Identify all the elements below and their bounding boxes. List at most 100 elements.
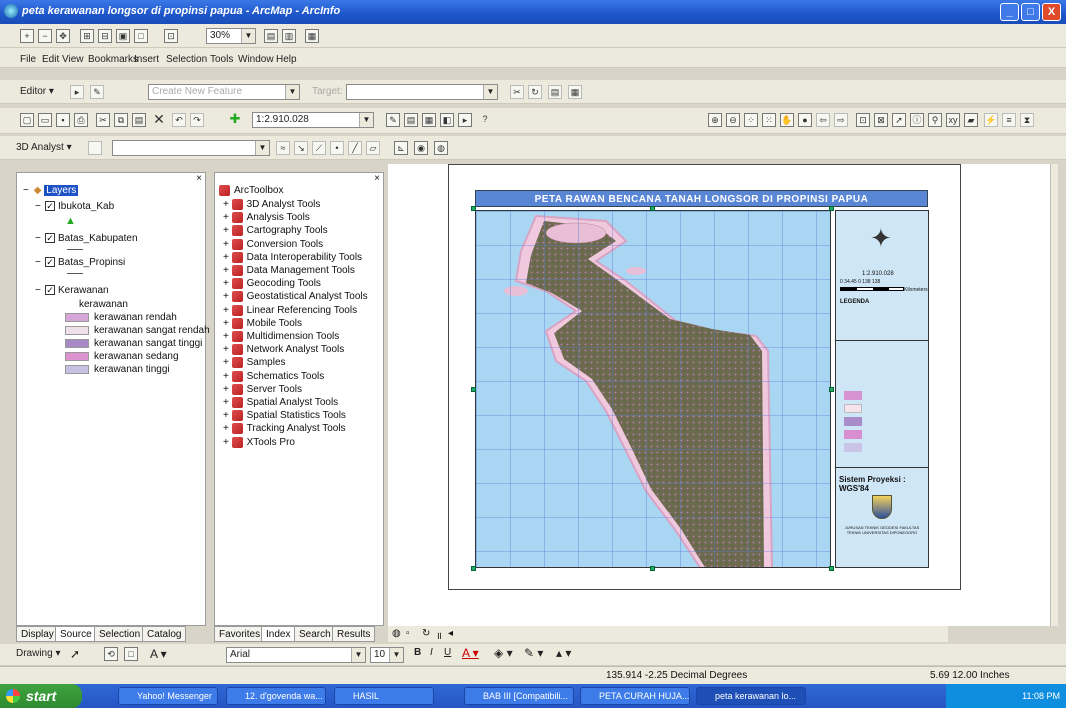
select-features-icon[interactable]: ⊡ [856, 113, 870, 127]
tab-selection[interactable]: Selection [94, 626, 146, 642]
back-extent-icon[interactable]: ⇦ [816, 113, 830, 127]
command-line-icon[interactable]: ▸ [458, 113, 472, 127]
delete-icon[interactable]: ✕ [152, 112, 166, 127]
arctoolbox-icon[interactable]: ◧ [440, 113, 454, 127]
maximize-button[interactable]: □ [1021, 3, 1040, 21]
identify-icon[interactable]: ⓘ [910, 113, 924, 127]
task-bab-iii[interactable]: BAB III [Compatibili... [464, 687, 574, 705]
time-slider-icon[interactable]: ⧗ [1020, 113, 1034, 127]
edit-tool-icon[interactable]: ▸ [70, 85, 84, 99]
zoom-in-icon[interactable]: ⊕ [708, 113, 722, 127]
marker-color-icon[interactable]: ▴ ▾ [556, 646, 571, 660]
toc-layer-batas-kabupaten[interactable]: − ✓ Batas_Kabupaten [35, 233, 138, 244]
font-color-icon[interactable]: A ▾ [462, 646, 479, 660]
toolbox-item[interactable]: + Conversion Tools [223, 238, 323, 250]
toolbox-item[interactable]: + Analysis Tools [223, 212, 310, 223]
layer-visibility-checkbox[interactable]: ✓ [45, 285, 55, 296]
task-yahoo-messenger[interactable]: Yahoo! Messenger [118, 687, 218, 705]
menu-selection[interactable]: Selection [166, 54, 207, 65]
layer-visibility-checkbox[interactable]: ✓ [45, 233, 55, 244]
hyperlink-icon[interactable]: ⚡ [984, 113, 998, 127]
focus-data-frame-icon[interactable]: ▥ [282, 29, 296, 43]
table-of-contents-icon[interactable]: ▤ [404, 113, 418, 127]
zoom-whole-page-icon[interactable]: □ [134, 29, 148, 43]
selection-handle[interactable] [829, 206, 834, 211]
paste-icon[interactable]: ▤ [132, 113, 146, 127]
line-of-sight-icon[interactable]: ⟋ [312, 141, 326, 155]
editor-toolbar-icon[interactable]: ✎ [386, 113, 400, 127]
data-view-icon[interactable]: ◍ [392, 628, 401, 639]
toolbox-item[interactable]: + Linear Referencing Tools [223, 304, 357, 316]
arctoolbox-root[interactable]: ArcToolbox [219, 185, 283, 196]
change-layout-icon[interactable]: ▦ [305, 29, 319, 43]
select-elements-arrow-icon[interactable]: ➚ [70, 647, 80, 661]
print-icon[interactable]: ⎙ [74, 113, 88, 127]
layer-list-icon[interactable] [88, 141, 102, 155]
find-icon[interactable]: ⚲ [928, 113, 942, 127]
drawing-menu[interactable]: Drawing ▾ [16, 648, 60, 659]
toolbox-item[interactable]: + Data Management Tools [223, 265, 355, 276]
toolbox-item[interactable]: + Spatial Analyst Tools [223, 397, 338, 408]
start-button[interactable]: start [0, 684, 82, 708]
split-tool-icon[interactable]: ✂ [510, 85, 524, 99]
expand-icon[interactable]: + [223, 437, 232, 448]
sketch-tool-icon[interactable]: ✎ [90, 85, 104, 99]
undo-icon[interactable]: ↶ [172, 113, 186, 127]
pause-drawing-icon[interactable]: ॥ [436, 628, 442, 642]
toolbox-item[interactable]: + Geocoding Tools [223, 278, 321, 289]
redo-icon[interactable]: ↷ [190, 113, 204, 127]
task-hasil[interactable]: HASIL [334, 687, 434, 705]
toc-layer-kerawanan[interactable]: − ✓ Kerawanan [35, 285, 109, 296]
expand-icon[interactable]: + [223, 344, 232, 355]
menu-window[interactable]: Window [238, 54, 274, 65]
expand-icon[interactable]: + [223, 371, 232, 382]
expand-icon[interactable]: + [223, 252, 232, 263]
clock[interactable]: 11:08 PM [1022, 691, 1060, 701]
attributes-icon[interactable]: ▤ [548, 85, 562, 99]
expand-icon[interactable]: + [223, 212, 232, 223]
steepest-path-icon[interactable]: ↘ [294, 141, 308, 155]
3d-layer-combo[interactable]: ▼ [112, 140, 270, 156]
arcglobe-icon[interactable]: ◍ [434, 141, 448, 155]
toggle-draft-mode-icon[interactable]: ▤ [264, 29, 278, 43]
task-govenda[interactable]: 12. d'govenda wa... [226, 687, 326, 705]
line-color-icon[interactable]: ✎ ▾ [524, 646, 543, 660]
selection-handle[interactable] [471, 206, 476, 211]
menu-view[interactable]: View [62, 54, 84, 65]
open-icon[interactable]: ▭ [38, 113, 52, 127]
select-elements-icon[interactable]: ➚ [892, 113, 906, 127]
go-to-xy-icon[interactable]: xy [946, 113, 960, 127]
toolbox-item[interactable]: + Multidimension Tools [223, 331, 339, 342]
scroll-left-icon[interactable]: ◂ [448, 628, 453, 639]
measure-icon[interactable]: ▰ [964, 113, 978, 127]
toolbox-item[interactable]: + 3D Analyst Tools [223, 199, 320, 210]
profile-graph-icon[interactable]: ⊾ [394, 141, 408, 155]
fill-color-icon[interactable]: ◈ ▾ [494, 646, 513, 660]
target-combo[interactable]: ▼ [346, 84, 498, 100]
interpolate-point-icon[interactable]: • [330, 141, 344, 155]
toolbox-item[interactable]: + XTools Pro [223, 436, 295, 448]
zoom-out-page-icon[interactable]: − [38, 29, 52, 43]
chevron-down-icon[interactable]: ▼ [351, 648, 365, 662]
map-title[interactable]: PETA RAWAN BENCANA TANAH LONGSOR DI PROP… [475, 190, 928, 207]
rotate-tool-icon[interactable]: ↻ [528, 85, 542, 99]
chevron-down-icon[interactable]: ▼ [359, 113, 373, 127]
expand-icon[interactable]: + [223, 384, 232, 395]
add-data-icon[interactable]: ✚ [228, 112, 242, 127]
expand-icon[interactable]: + [223, 292, 232, 303]
map-scale-combo[interactable]: 1:2.910.028 ▼ [252, 112, 374, 128]
map-data-frame[interactable] [475, 210, 831, 568]
pan-icon[interactable]: ✋ [780, 113, 794, 127]
save-icon[interactable]: ▪ [56, 113, 70, 127]
task-peta-kerawanan[interactable]: peta kerawanan lo... [696, 687, 806, 705]
toolbox-item[interactable]: + Server Tools [223, 383, 302, 395]
editor-menu[interactable]: Editor ▾ [20, 86, 54, 97]
chevron-down-icon[interactable]: ▼ [255, 141, 269, 155]
fixed-zoom-out-icon[interactable]: ⊟ [98, 29, 112, 43]
selection-handle[interactable] [829, 387, 834, 392]
forward-extent-icon[interactable]: ⇨ [834, 113, 848, 127]
chevron-down-icon[interactable]: ▼ [483, 85, 497, 99]
task-peta-curah-hujan[interactable]: PETA CURAH HUJA... [580, 687, 690, 705]
fixed-zoom-in-map-icon[interactable]: ⁘ [744, 113, 758, 127]
refresh-icon[interactable]: ↻ [422, 628, 430, 639]
